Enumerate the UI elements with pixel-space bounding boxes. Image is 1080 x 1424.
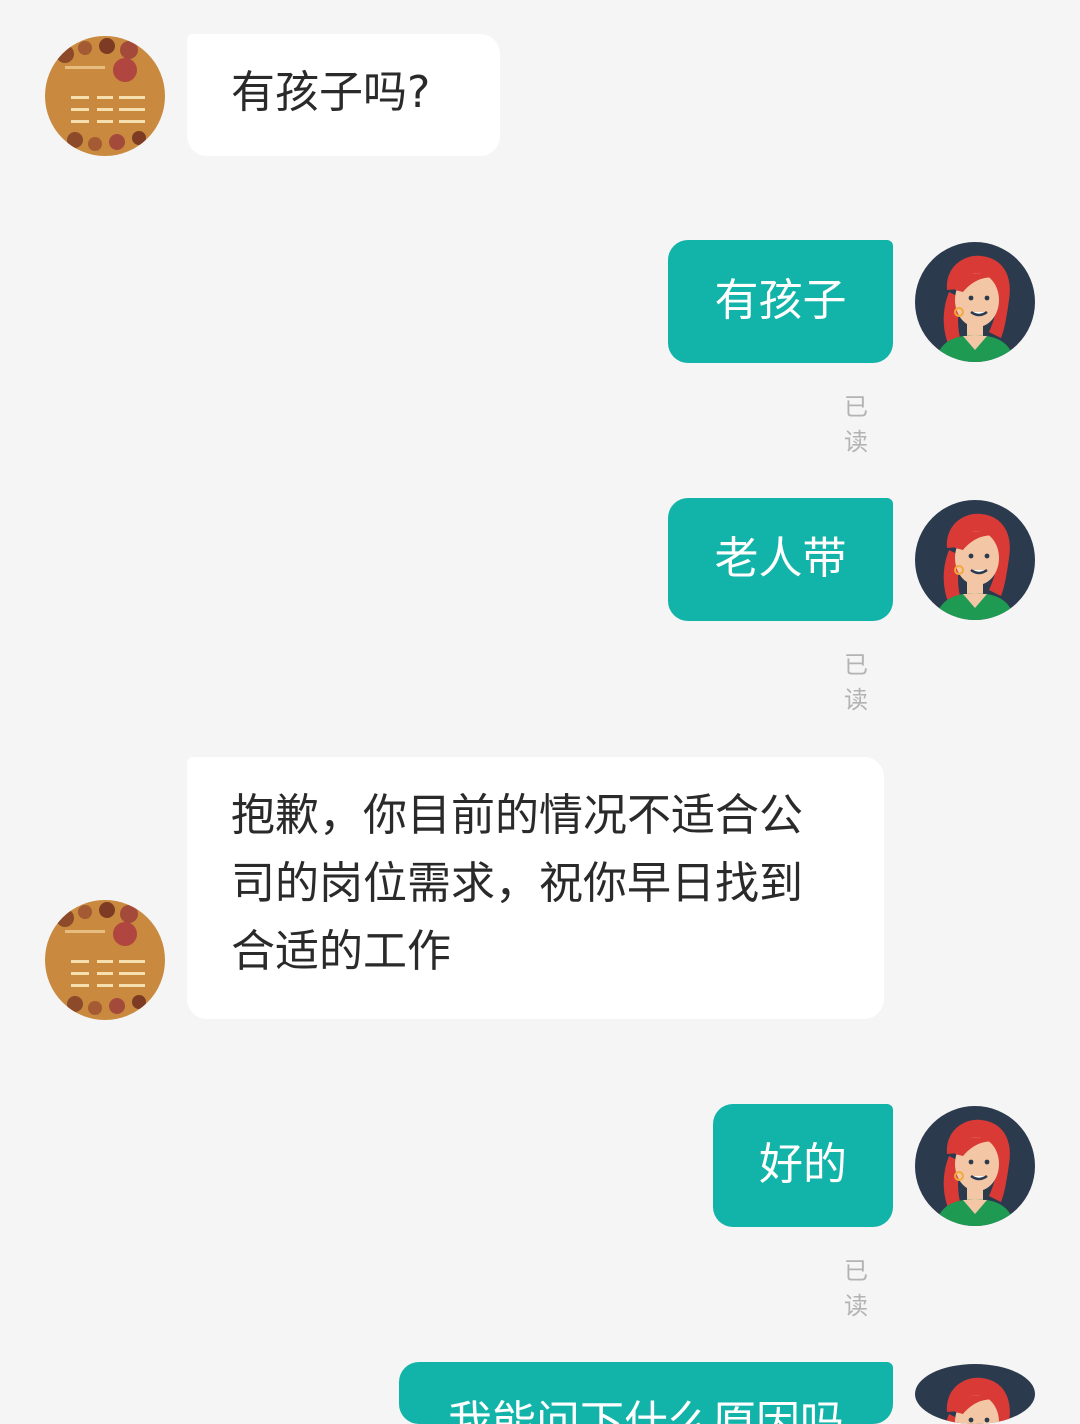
message-bubble[interactable]: 我能问下什么原因吗: [399, 1362, 893, 1424]
recruiter-avatar[interactable]: [45, 900, 165, 1020]
read-status: 已读: [844, 393, 868, 456]
user-avatar[interactable]: [915, 242, 1035, 362]
recruiter-avatar[interactable]: [45, 36, 165, 156]
user-avatar[interactable]: [915, 500, 1035, 620]
read-status: 已读: [844, 1257, 868, 1320]
message-bubble[interactable]: 好的: [713, 1104, 893, 1227]
message-bubble[interactable]: 抱歉，你目前的情况不适合公 司的岗位需求，祝你早日找到 合适的工作: [187, 757, 884, 1019]
message-bubble[interactable]: 有孩子吗?: [187, 34, 500, 156]
message-bubble[interactable]: 有孩子: [668, 240, 893, 363]
read-status: 已读: [844, 651, 868, 714]
user-avatar[interactable]: [915, 1106, 1035, 1226]
message-bubble[interactable]: 老人带: [668, 498, 893, 621]
user-avatar[interactable]: [915, 1364, 1035, 1424]
